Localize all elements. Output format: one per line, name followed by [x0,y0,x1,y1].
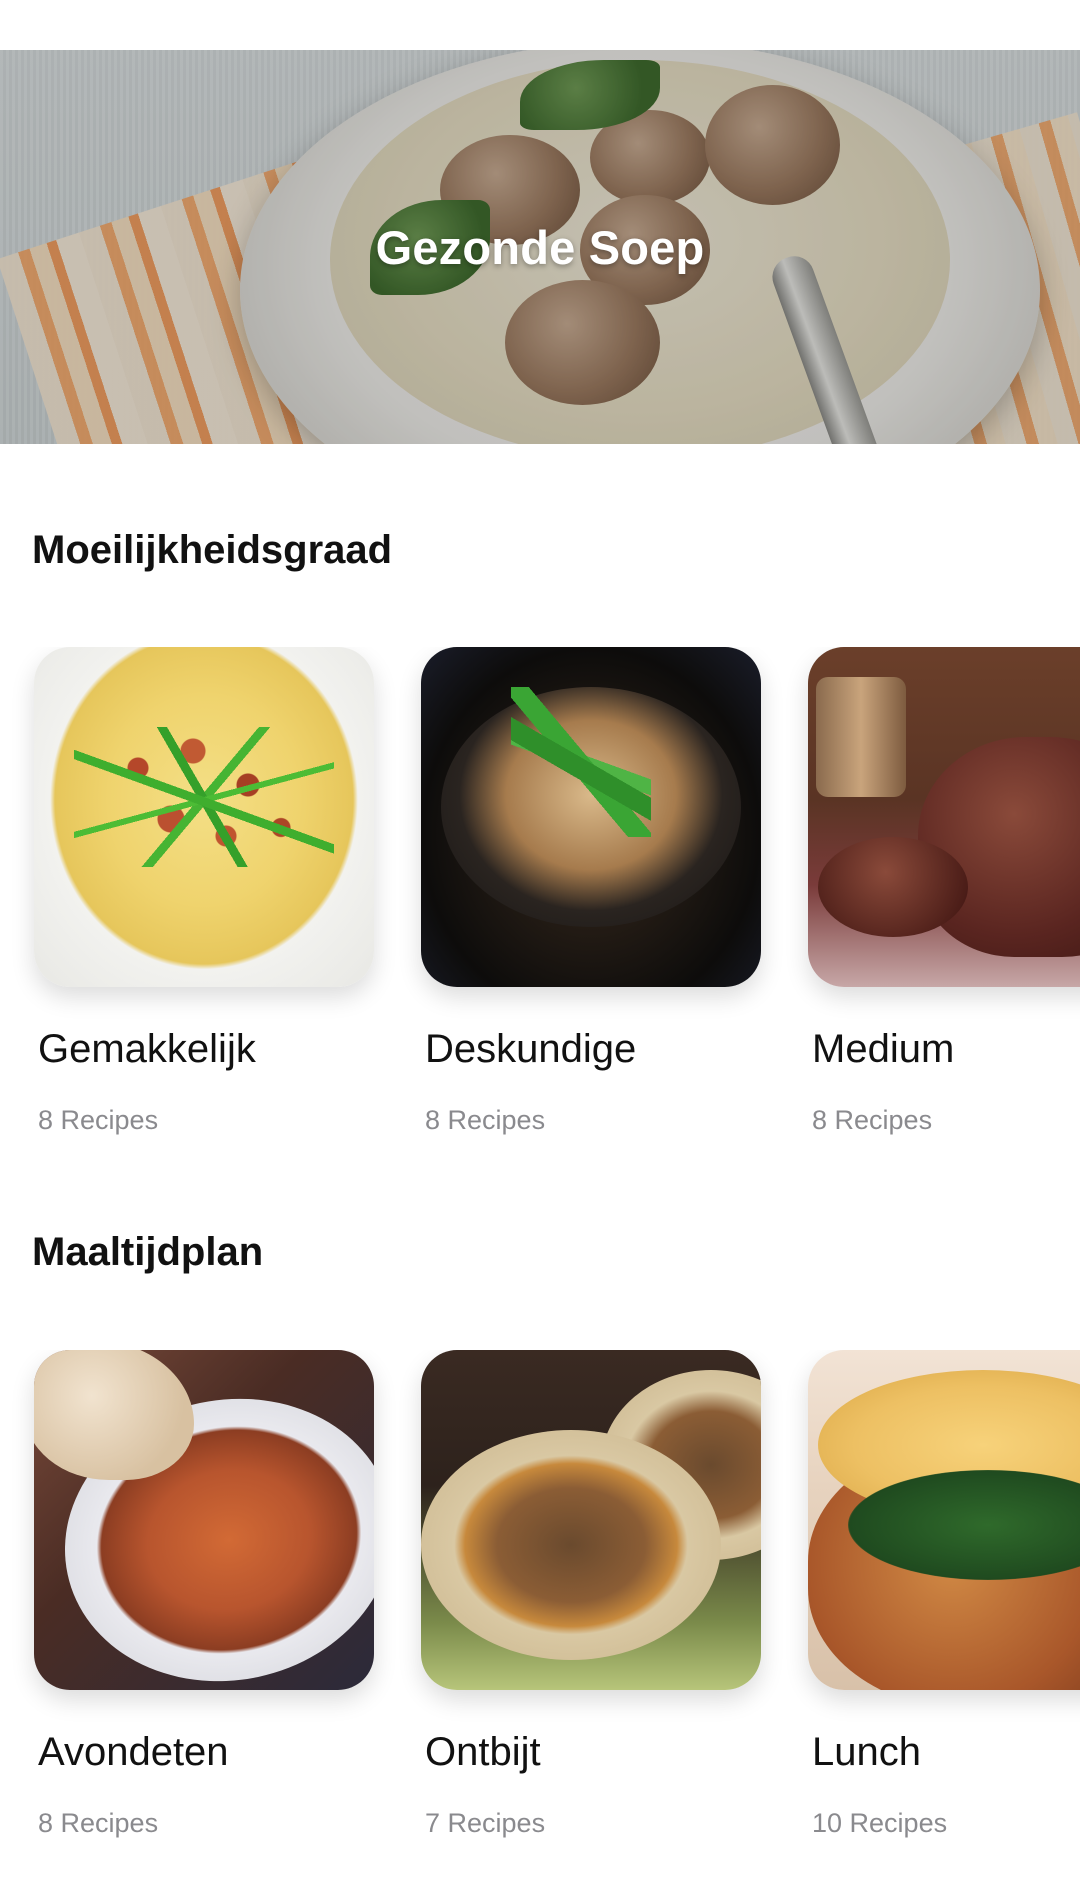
category-card-recipe-count: 7 Recipes [425,1808,546,1838]
category-card-expert[interactable]: Deskundige 8 Recipes [421,647,761,1135]
category-card-title: Gemakkelijk [38,1027,256,1071]
category-image-breakfast [421,1350,761,1690]
category-card-recipe-count: 8 Recipes [38,1105,159,1135]
category-carousel-difficulty[interactable]: Gemakkelijk 8 Recipes Deskundige 8 Recip… [0,647,1080,1167]
category-card-recipe-count: 8 Recipes [38,1808,159,1838]
category-card-title: Ontbijt [425,1730,541,1774]
category-image-expert [421,647,761,987]
category-image-dinner [34,1350,374,1690]
category-card-medium[interactable]: Medium 8 Recipes [808,647,1080,1135]
category-card-recipe-count: 8 Recipes [425,1105,546,1135]
category-card-easy[interactable]: Gemakkelijk 8 Recipes [34,647,374,1135]
category-carousel-meal-plan[interactable]: Avondeten 8 Recipes Ontbijt 7 Recipes Lu… [0,1350,1080,1870]
category-card-title: Lunch [812,1730,921,1774]
hero-title: Gezonde Soep [375,221,705,274]
category-card-recipe-count: 10 Recipes [812,1808,948,1838]
category-card-breakfast[interactable]: Ontbijt 7 Recipes [421,1350,761,1838]
category-card-title: Medium [812,1027,955,1071]
section-title-difficulty: Moeilijkheidsgraad [32,528,393,572]
category-card-recipe-count: 8 Recipes [812,1105,933,1135]
category-image-medium [808,647,1080,987]
category-image-lunch [808,1350,1080,1690]
hero-banner[interactable]: Gezonde Soep [0,50,1080,444]
category-card-title: Deskundige [425,1027,637,1071]
category-card-lunch[interactable]: Lunch 10 Recipes [808,1350,1080,1838]
category-image-easy [34,647,374,987]
category-card-title: Avondeten [38,1730,229,1774]
section-title-meal-plan: Maaltijdplan [32,1230,264,1274]
category-card-dinner[interactable]: Avondeten 8 Recipes [34,1350,374,1838]
